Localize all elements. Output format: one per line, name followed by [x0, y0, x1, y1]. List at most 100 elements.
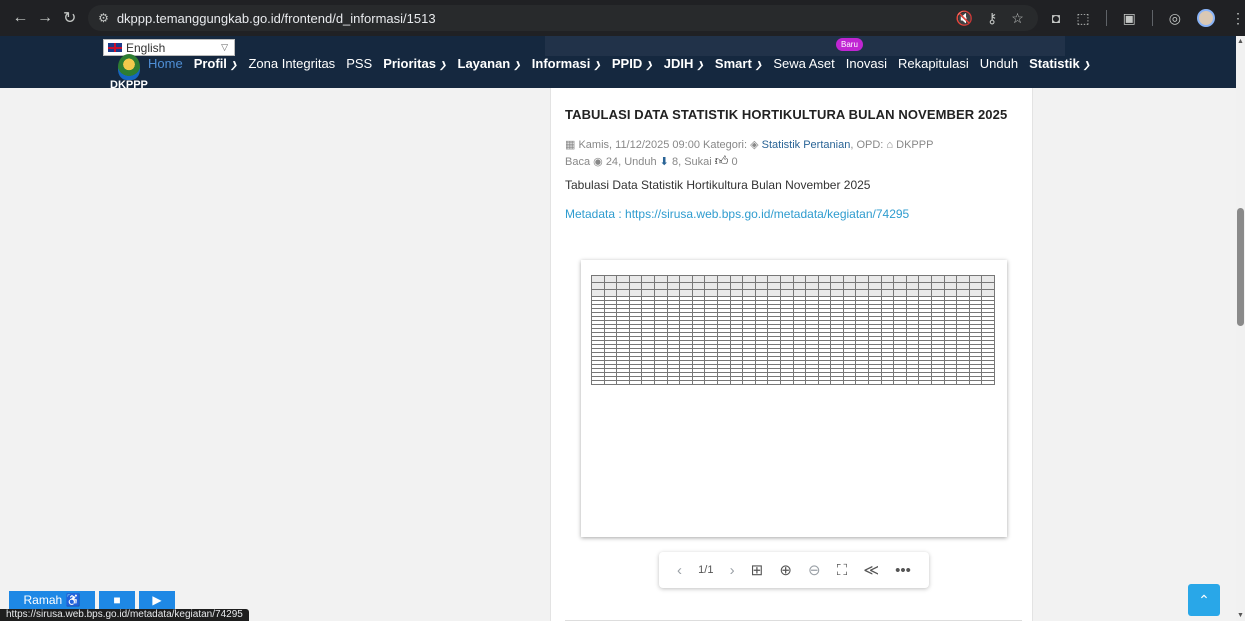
pdf-table-cell [792, 289, 807, 297]
pdf-table-cell [792, 275, 807, 283]
menu-item-statistik[interactable]: Statistik ❯ [1029, 56, 1090, 71]
scroll-up-icon[interactable]: ▲ [1237, 38, 1244, 45]
pdf-table-cell [968, 380, 983, 385]
read-label: Baca [565, 156, 591, 168]
play-button[interactable]: ▶ [139, 591, 175, 609]
pdf-table-cell [591, 282, 605, 290]
sync-icon[interactable]: ◎ [1169, 10, 1181, 27]
menu-item-layanan[interactable]: Layanan ❯ [458, 56, 521, 71]
prev-page-icon[interactable]: ‹ [677, 562, 682, 579]
scroll-down-icon[interactable]: ▼ [1237, 612, 1244, 619]
menu-item-home[interactable]: Home [148, 56, 183, 71]
url-text[interactable]: dkppp.temanggungkab.go.id/frontend/d_inf… [117, 11, 436, 26]
main-menu: Home Profil ❯ Zona Integritas PSS Priorit… [148, 56, 1101, 71]
menu-item-unduh[interactable]: Unduh [980, 56, 1018, 71]
back-icon[interactable]: ← [8, 9, 33, 27]
pdf-table-cell [603, 289, 618, 297]
menu-item-prioritas[interactable]: Prioritas ❯ [383, 56, 446, 71]
next-page-icon[interactable]: › [730, 562, 735, 579]
article-date: Kamis, 11/12/2025 09:00 [578, 139, 700, 151]
menu-item-ppid[interactable]: PPID ❯ [612, 56, 653, 71]
category-label: Kategori: [703, 139, 748, 151]
address-bar[interactable]: ⚙ dkppp.temanggungkab.go.id/frontend/d_i… [88, 5, 1038, 31]
scroll-to-top-button[interactable]: ⌃ [1188, 584, 1220, 616]
pdf-table-cell [603, 275, 618, 283]
category-link[interactable]: Statistik Pertanian [762, 139, 851, 151]
pdf-table-cell [641, 275, 655, 283]
camera-extension-icon[interactable]: ◘ [1052, 10, 1060, 26]
reading-list-icon[interactable]: ▣ [1123, 10, 1136, 27]
menu-item-smart[interactable]: Smart ❯ [715, 56, 762, 71]
pdf-table-cell [591, 289, 605, 297]
pdf-table-cell [754, 289, 769, 297]
thumbs-up-icon[interactable]: 👍︎ [715, 153, 729, 168]
pdf-page-preview[interactable] [581, 260, 1007, 537]
site-logo[interactable] [118, 54, 140, 80]
reload-icon[interactable]: ↻ [57, 8, 82, 28]
menu-item-inovasi[interactable]: Inovasi [846, 56, 887, 71]
download-label: Unduh [624, 156, 657, 168]
stop-button[interactable]: ■ [99, 591, 135, 609]
profile-avatar[interactable] [1197, 9, 1216, 27]
pdf-table-cell [817, 380, 832, 385]
fullscreen-icon[interactable]: ⛶ [837, 562, 848, 579]
pdf-table-cell [754, 282, 769, 290]
share-icon[interactable]: ≪ [863, 561, 879, 579]
pdf-table-cell [805, 282, 819, 290]
menu-label: JDIH [663, 56, 694, 71]
pdf-table-cell [868, 275, 882, 283]
pdf-table-cell [956, 380, 970, 385]
pdf-table-cell [616, 275, 630, 283]
pdf-table-cell [868, 282, 882, 290]
forward-icon[interactable]: → [33, 9, 58, 27]
pdf-table-cell [666, 289, 681, 297]
browser-menu-icon[interactable]: ⋮ [1231, 10, 1245, 27]
pdf-table-cell [931, 289, 945, 297]
pdf-table-cell [905, 282, 920, 290]
pdf-viewer-toolbar: ‹ 1/1 › ⊞ ⊕ ⊖ ⛶ ≪ ••• [659, 552, 929, 588]
menu-label: Informasi [531, 56, 591, 71]
zoom-out-icon[interactable]: ⊖ [808, 561, 821, 579]
menu-item-profil[interactable]: Profil ❯ [194, 56, 238, 71]
chevron-down-icon: ❯ [645, 60, 653, 70]
pdf-table-cell [943, 289, 958, 297]
language-select[interactable]: English ▽ [103, 39, 235, 56]
site-info-icon[interactable]: ⚙ [98, 11, 109, 25]
more-icon[interactable]: ••• [895, 562, 911, 579]
mute-icon[interactable]: 🔇 [956, 10, 973, 27]
pdf-table-cell [893, 275, 907, 283]
pdf-table-cell [653, 282, 668, 290]
metadata-link[interactable]: https://sirusa.web.bps.go.id/metadata/ke… [625, 207, 909, 221]
pdf-table-cell [704, 289, 718, 297]
scrollbar-thumb[interactable] [1237, 208, 1244, 326]
page-indicator: 1/1 [698, 564, 714, 576]
pdf-table-cell [679, 275, 693, 283]
menu-item-zona-integritas[interactable]: Zona Integritas [248, 56, 335, 71]
menu-item-informasi[interactable]: Informasi ❯ [532, 56, 601, 71]
status-bar-url: https://sirusa.web.bps.go.id/metadata/ke… [0, 609, 249, 621]
article-card: TABULASI DATA STATISTIK HORTIKULTURA BUL… [550, 88, 1033, 621]
page-scrollbar[interactable]: ▲ ▼ [1236, 36, 1245, 621]
pdf-table-cell [855, 282, 870, 290]
pdf-table-cell [905, 380, 920, 385]
pdf-table-cell [981, 275, 995, 283]
ramah-button[interactable]: Ramah ♿ [9, 591, 95, 609]
pdf-table-cell [981, 289, 995, 297]
pdf-table-cell [855, 289, 870, 297]
pdf-table-row [591, 380, 995, 385]
menu-item-sewa-aset[interactable]: Sewa Aset [773, 56, 834, 71]
pdf-table-cell [616, 380, 630, 385]
menu-item-pss[interactable]: PSS [346, 56, 372, 71]
zoom-in-icon[interactable]: ⊕ [779, 561, 792, 579]
pdf-table-cell [729, 275, 744, 283]
pdf-table-cell [628, 282, 643, 290]
thumbnails-icon[interactable]: ⊞ [751, 561, 764, 579]
pdf-table-cell [779, 380, 794, 385]
extensions-puzzle-icon[interactable]: ⬚ [1076, 10, 1089, 27]
password-key-icon[interactable]: ⚷ [987, 10, 997, 27]
menu-item-jdih[interactable]: JDIH ❯ [664, 56, 704, 71]
opd-label: OPD: [856, 139, 884, 151]
bookmark-star-icon[interactable]: ☆ [1011, 10, 1024, 27]
menu-item-rekapitulasi[interactable]: Rekapitulasi [898, 56, 969, 71]
pdf-table-cell [830, 289, 844, 297]
